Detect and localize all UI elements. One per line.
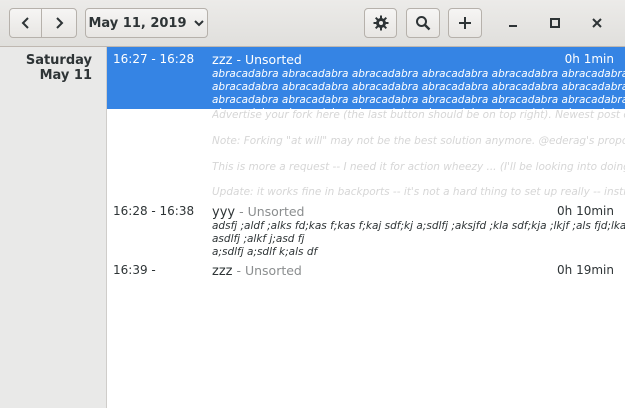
minimize-button[interactable] — [497, 8, 529, 38]
next-day-button[interactable] — [41, 8, 77, 38]
gear-icon — [373, 15, 389, 31]
fact-activity: zzz — [212, 53, 233, 68]
day-weekday: Saturday — [25, 53, 92, 68]
fact-time: 16:39 - — [113, 263, 156, 277]
plus-icon — [458, 16, 472, 30]
fact-time: 16:28 - 16:38 — [113, 204, 195, 218]
chevron-down-icon — [193, 18, 205, 28]
fact-description: abracadabra abracadabra abracadabra abra… — [212, 68, 625, 109]
day-date: May 11 — [39, 68, 92, 83]
maximize-icon — [549, 17, 561, 29]
ghost-text-line: This is more a request -- I need it for … — [212, 161, 625, 173]
previous-day-button[interactable] — [9, 8, 42, 38]
fact-title: yyy - Unsorted — [212, 204, 304, 220]
activity-list: Advertise your fork here (the last butto… — [107, 47, 625, 408]
search-icon — [415, 15, 431, 31]
fact-duration: 0h 1min — [564, 52, 614, 66]
date-picker-button[interactable]: May 11, 2019 — [85, 8, 208, 38]
minimize-icon — [507, 17, 519, 29]
ghost-text-line: Update: it works fine in backports -- it… — [212, 186, 625, 198]
date-label: May 11, 2019 — [88, 15, 187, 31]
ghost-text-line: Note: Forking "at will" may not be the b… — [212, 135, 625, 147]
fact-category: - Unsorted — [236, 263, 302, 278]
chevron-left-icon — [20, 16, 32, 30]
fact-category: - Unsorted — [236, 52, 302, 67]
fact-duration: 0h 10min — [557, 204, 614, 218]
chevron-right-icon — [53, 16, 65, 30]
settings-button[interactable] — [364, 8, 397, 38]
fact-time: 16:27 - 16:28 — [113, 52, 195, 66]
close-icon — [591, 17, 603, 29]
fact-row[interactable]: 16:27 - 16:28 zzz - Unsorted 0h 1min abra… — [107, 47, 625, 109]
fact-row[interactable]: 16:28 - 16:38 yyy - Unsorted 0h 10min ads… — [107, 199, 625, 259]
fact-title: zzz - Unsorted — [212, 52, 302, 68]
fact-activity: zzz — [212, 264, 233, 279]
header-bar: May 11, 2019 — [0, 0, 625, 47]
fact-description: adsfj ;aldf ;alks fd;kas f;kas f;kaj sdf… — [212, 220, 625, 258]
close-button[interactable] — [581, 8, 613, 38]
fact-row[interactable]: 16:39 - zzz - Unsorted 0h 19min — [107, 258, 625, 282]
day-header: Saturday May 11 — [0, 47, 107, 408]
ghost-text-line: Advertise your fork here (the last butto… — [212, 109, 625, 121]
fact-activity: yyy — [212, 205, 236, 220]
maximize-button[interactable] — [539, 8, 571, 38]
search-button[interactable] — [406, 8, 440, 38]
fact-title: zzz - Unsorted — [212, 263, 302, 279]
add-activity-button[interactable] — [448, 8, 482, 38]
fact-category: - Unsorted — [239, 204, 305, 219]
fact-duration: 0h 19min — [557, 263, 614, 277]
